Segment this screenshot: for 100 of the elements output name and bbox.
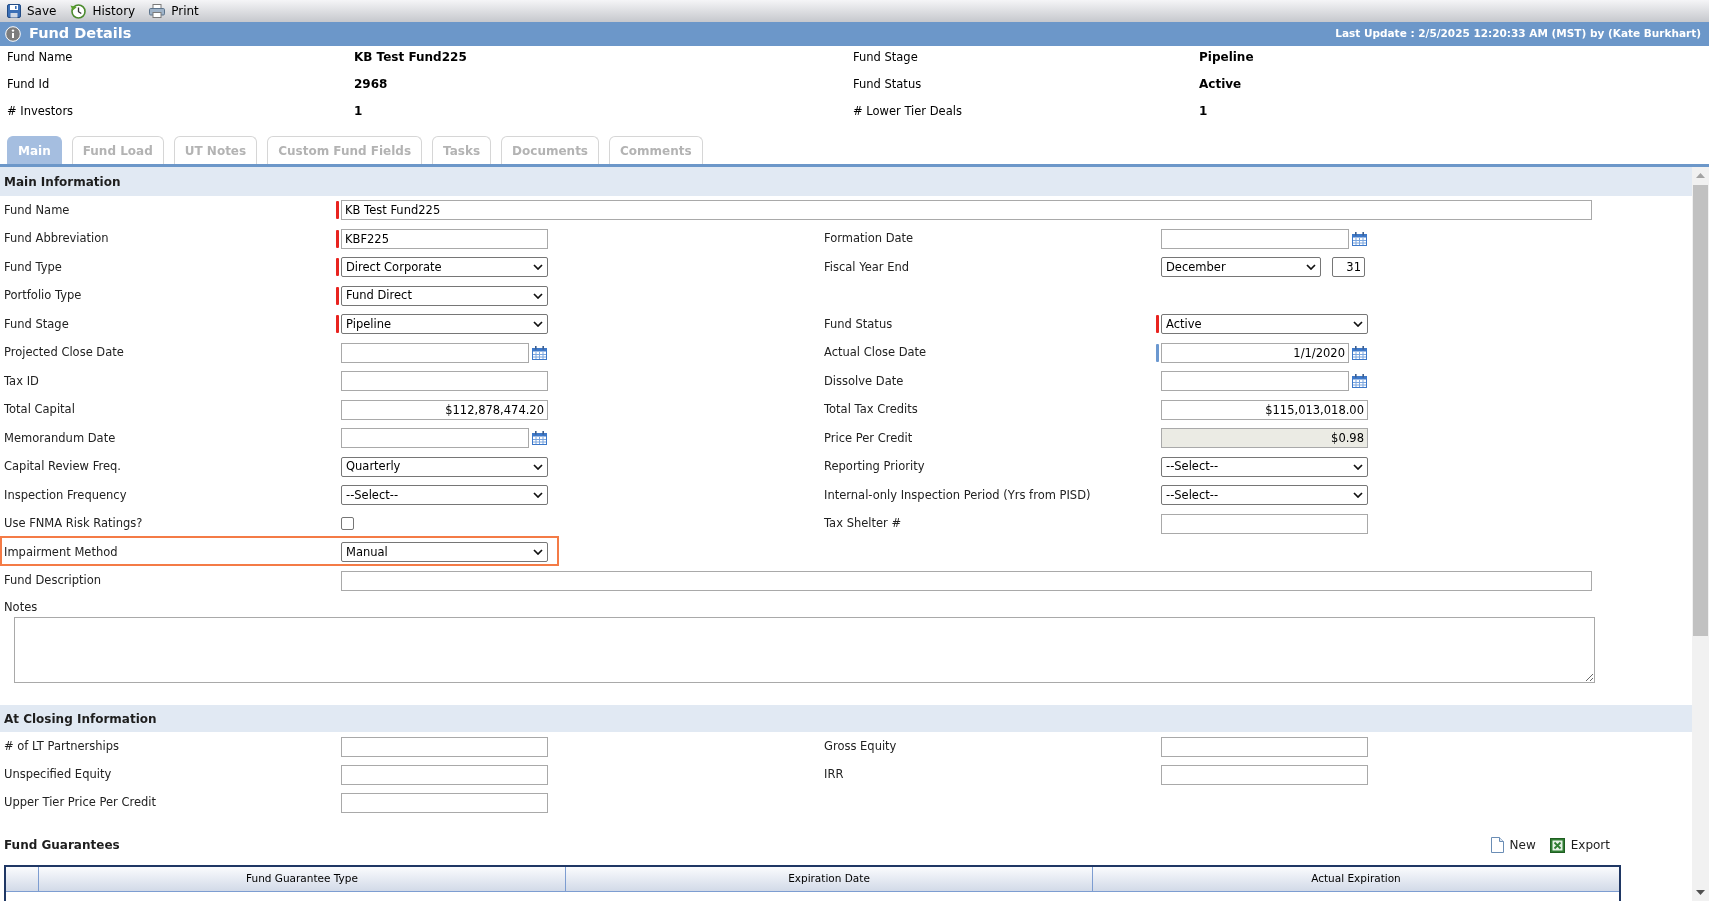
chevron-down-icon: [533, 264, 543, 271]
column-header: Fund Guarantee Type: [246, 871, 358, 887]
chevron-down-icon: [533, 463, 543, 470]
field-label: Fund Type: [4, 258, 62, 276]
summary-label: Fund Stage: [853, 49, 918, 66]
field-label: Dissolve Date: [824, 372, 904, 390]
text-field[interactable]: [1161, 737, 1368, 757]
section-header: At Closing Information: [0, 705, 1692, 732]
info-icon: [5, 26, 21, 42]
summary-label: Fund Status: [853, 76, 922, 93]
dropdown[interactable]: Pipeline: [341, 314, 548, 335]
text-field[interactable]: [1161, 513, 1368, 534]
dropdown[interactable]: --Select--: [341, 485, 548, 506]
field-label: Inspection Frequency: [4, 486, 127, 504]
amount-field[interactable]: $112,878,474.20: [341, 399, 548, 420]
chevron-down-icon: [533, 492, 543, 499]
dropdown[interactable]: Active: [1161, 314, 1368, 335]
text-field[interactable]: [341, 371, 548, 392]
summary-label: # Lower Tier Deals: [853, 103, 962, 120]
document-icon: [1490, 837, 1504, 853]
chevron-down-icon: [1353, 463, 1363, 470]
field-label: Fund Description: [4, 572, 101, 590]
panel-title: Fund Details: [29, 24, 132, 44]
field-label: Tax Shelter #: [824, 515, 902, 533]
dropdown[interactable]: Manual: [341, 542, 548, 563]
printer-icon: [149, 4, 166, 18]
summary-value: Pipeline: [1199, 49, 1254, 66]
summary-label: Fund Id: [7, 76, 50, 93]
field-label: Fund Name: [4, 201, 70, 219]
text-field[interactable]: [341, 570, 1592, 591]
field-label: Total Tax Credits: [824, 401, 918, 419]
save-button[interactable]: Save: [6, 1, 58, 21]
field-label: Upper Tier Price Per Credit: [4, 794, 157, 812]
text-field[interactable]: [1161, 765, 1368, 785]
calendar-icon[interactable]: [532, 345, 547, 360]
scrollbar-thumb[interactable]: [1693, 185, 1708, 636]
readonly-field[interactable]: $0.98: [1161, 428, 1368, 449]
field-label: Impairment Method: [4, 543, 118, 561]
chevron-down-icon: [1306, 264, 1316, 271]
date-field[interactable]: [341, 342, 529, 363]
dropdown[interactable]: --Select--: [1161, 485, 1368, 506]
scrollbar[interactable]: [1692, 167, 1709, 901]
field-label: Formation Date: [824, 230, 914, 248]
date-field[interactable]: [1161, 371, 1349, 392]
summary-label: # Investors: [7, 103, 74, 120]
calendar-icon[interactable]: [1352, 345, 1367, 360]
amount-field[interactable]: $115,013,018.00: [1161, 399, 1368, 420]
field-label: Tax ID: [4, 372, 39, 390]
checkbox[interactable]: [341, 517, 354, 531]
text-field[interactable]: [341, 765, 548, 785]
field-label: Fund Status: [824, 315, 893, 333]
field-label: # of LT Partnerships: [4, 738, 120, 756]
summary-value: KB Test Fund225: [354, 49, 467, 66]
field-label: Unspecified Equity: [4, 766, 112, 784]
summary-label: Fund Name: [7, 49, 73, 66]
chevron-down-icon: [533, 292, 543, 299]
notes-field[interactable]: [14, 617, 1595, 683]
last-update-text: Last Update : 2/5/2025 12:20:33 AM (MST) by (Kate Burkhart): [1335, 26, 1701, 42]
field-label: Fiscal Year End: [824, 258, 910, 276]
field-label: Price Per Credit: [824, 429, 913, 447]
section-title: Fund Guarantees: [4, 837, 120, 854]
dropdown[interactable]: December: [1161, 257, 1321, 278]
print-button[interactable]: Print: [148, 1, 200, 21]
field-label: Fund Abbreviation: [4, 230, 109, 248]
field-label: Notes: [4, 598, 38, 616]
column-header: Expiration Date: [788, 871, 870, 887]
section-header: Main Information: [0, 167, 1692, 196]
calendar-icon[interactable]: [532, 431, 547, 446]
field-label: Capital Review Freq.: [4, 458, 121, 476]
chevron-down-icon: [1353, 321, 1363, 328]
dropdown[interactable]: Quarterly: [341, 456, 548, 477]
history-button[interactable]: History: [69, 1, 137, 21]
export-button[interactable]: Export: [1549, 836, 1610, 854]
column-header: Actual Expiration: [1311, 871, 1401, 887]
field-label: Reporting Priority: [824, 458, 925, 476]
day-field[interactable]: 31: [1332, 257, 1365, 278]
calendar-icon[interactable]: [1352, 374, 1367, 389]
calendar-icon[interactable]: [1352, 231, 1367, 246]
field-label: Portfolio Type: [4, 287, 82, 305]
clock-icon: [70, 3, 87, 19]
field-label: Use FNMA Risk Ratings?: [4, 515, 143, 533]
new-button[interactable]: New: [1490, 836, 1536, 854]
text-field[interactable]: KB Test Fund225: [341, 200, 1592, 221]
date-field[interactable]: [341, 428, 529, 449]
field-label: IRR: [824, 766, 844, 784]
date-field[interactable]: 1/1/2020: [1161, 342, 1349, 363]
scroll-down-icon[interactable]: [1696, 890, 1705, 895]
field-label: Gross Equity: [824, 738, 897, 756]
date-field[interactable]: [1161, 228, 1349, 249]
summary-value: 2968: [354, 76, 388, 93]
dropdown[interactable]: --Select--: [1161, 456, 1368, 477]
dropdown[interactable]: Fund Direct: [341, 285, 548, 306]
dropdown[interactable]: Direct Corporate: [341, 257, 548, 278]
chevron-down-icon: [533, 321, 543, 328]
scroll-up-icon[interactable]: [1696, 173, 1705, 178]
field-label: Actual Close Date: [824, 344, 927, 362]
text-field[interactable]: [341, 793, 548, 813]
text-field[interactable]: [341, 737, 548, 757]
field-label: Projected Close Date: [4, 344, 124, 362]
text-field[interactable]: KBF225: [341, 228, 548, 249]
